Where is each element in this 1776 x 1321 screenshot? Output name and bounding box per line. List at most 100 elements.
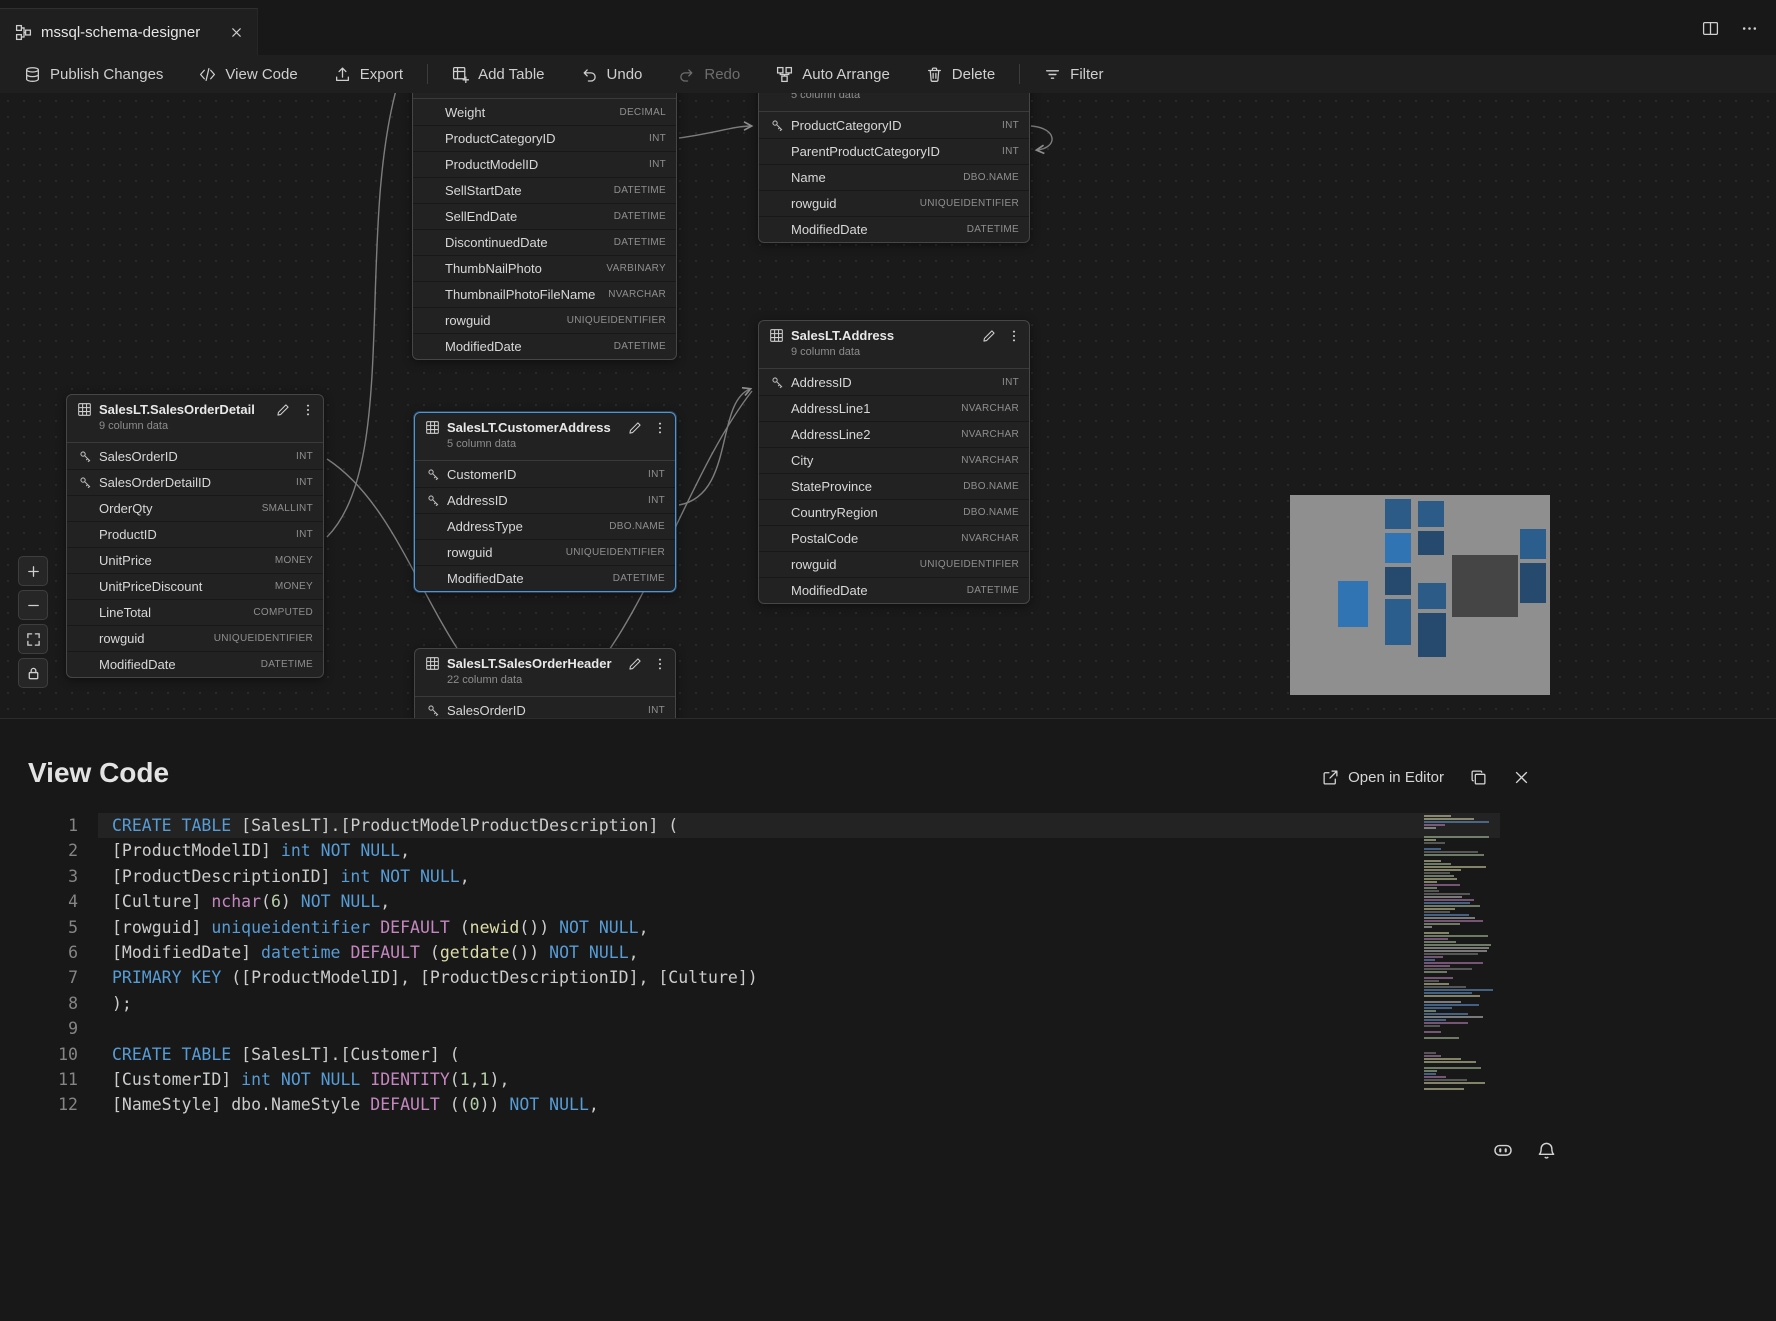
panel-title: View Code bbox=[28, 757, 169, 789]
code-minimap[interactable] bbox=[1422, 815, 1504, 1111]
column-row[interactable]: ModifiedDateDATETIME bbox=[415, 565, 675, 591]
column-type: NVARCHAR bbox=[608, 289, 666, 300]
column-name: CountryRegion bbox=[791, 505, 878, 520]
open-in-editor-button[interactable]: Open in Editor bbox=[1322, 769, 1444, 786]
column-row[interactable]: AddressLine2NVARCHAR bbox=[759, 421, 1029, 447]
column-row[interactable]: PostalCodeNVARCHAR bbox=[759, 525, 1029, 551]
close-panel-icon[interactable] bbox=[1513, 769, 1530, 786]
copy-code-icon[interactable] bbox=[1470, 769, 1487, 786]
column-type: DATETIME bbox=[614, 341, 666, 352]
column-row[interactable]: rowguidUNIQUEIDENTIFIER bbox=[759, 551, 1029, 577]
column-row[interactable]: UnitPriceMONEY bbox=[67, 547, 323, 573]
table-menu-icon[interactable] bbox=[1007, 329, 1021, 343]
copilot-icon[interactable] bbox=[1493, 1140, 1513, 1160]
table-customer-address[interactable]: SalesLT.CustomerAddress5 column dataCust… bbox=[414, 412, 676, 592]
table-product-partial[interactable]: WeightDECIMALProductCategoryIDINTProduct… bbox=[412, 93, 677, 360]
column-row[interactable]: SellStartDateDATETIME bbox=[413, 177, 676, 203]
column-type: DATETIME bbox=[614, 211, 666, 222]
column-row[interactable]: rowguidUNIQUEIDENTIFIER bbox=[759, 190, 1029, 216]
column-row[interactable]: CityNVARCHAR bbox=[759, 447, 1029, 473]
column-row[interactable]: rowguidUNIQUEIDENTIFIER bbox=[413, 307, 676, 333]
fit-view-button[interactable] bbox=[18, 624, 48, 654]
lock-button[interactable] bbox=[18, 658, 48, 688]
redo-button[interactable]: Redo bbox=[660, 55, 758, 93]
table-title: SalesLT.CustomerAddress bbox=[447, 420, 611, 435]
column-row[interactable]: ProductCategoryIDINT bbox=[413, 125, 676, 151]
line-number: 6 bbox=[0, 940, 78, 965]
line-number: 2 bbox=[0, 838, 78, 863]
edit-table-icon[interactable] bbox=[276, 403, 290, 417]
view-code-panel: View Code Open in Editor 123456789101112… bbox=[0, 718, 1776, 1321]
add-table-button[interactable]: Add Table bbox=[434, 55, 562, 93]
table-title: SalesLT.Address bbox=[791, 328, 894, 343]
column-row[interactable]: CustomerIDINT bbox=[415, 461, 675, 487]
column-row[interactable]: ProductIDINT bbox=[67, 521, 323, 547]
column-row[interactable]: AddressIDINT bbox=[415, 487, 675, 513]
table-menu-icon[interactable] bbox=[653, 657, 667, 671]
view-code-button[interactable]: View Code bbox=[181, 55, 315, 93]
column-row[interactable]: rowguidUNIQUEIDENTIFIER bbox=[67, 625, 323, 651]
column-row[interactable]: ModifiedDateDATETIME bbox=[67, 651, 323, 677]
column-row[interactable]: NameDBO.NAME bbox=[759, 164, 1029, 190]
column-type: NVARCHAR bbox=[961, 455, 1019, 466]
column-type: MONEY bbox=[275, 581, 313, 592]
column-row[interactable]: ModifiedDateDATETIME bbox=[759, 216, 1029, 242]
table-sales-order-header[interactable]: SalesLT.SalesOrderHeader22 column dataSa… bbox=[414, 648, 676, 718]
column-type: INT bbox=[1002, 377, 1019, 388]
add-table-icon bbox=[452, 66, 469, 83]
column-name: OrderQty bbox=[99, 501, 152, 516]
column-row[interactable]: ModifiedDateDATETIME bbox=[413, 333, 676, 359]
export-button[interactable]: Export bbox=[316, 55, 421, 93]
table-sales-order-detail[interactable]: SalesLT.SalesOrderDetail9 column dataSal… bbox=[66, 394, 324, 678]
undo-button[interactable]: Undo bbox=[563, 55, 661, 93]
column-row[interactable]: StateProvinceDBO.NAME bbox=[759, 473, 1029, 499]
column-row[interactable]: SalesOrderIDINT bbox=[415, 697, 675, 718]
table-menu-icon[interactable] bbox=[653, 421, 667, 435]
table-address[interactable]: SalesLT.Address9 column dataAddressIDINT… bbox=[758, 320, 1030, 604]
column-row[interactable]: ThumbNailPhotoVARBINARY bbox=[413, 255, 676, 281]
column-row[interactable]: SalesOrderIDINT bbox=[67, 443, 323, 469]
column-type: UNIQUEIDENTIFIER bbox=[214, 633, 313, 644]
edit-table-icon[interactable] bbox=[982, 329, 996, 343]
column-row[interactable]: UnitPriceDiscountMONEY bbox=[67, 573, 323, 599]
column-row[interactable]: LineTotalCOMPUTED bbox=[67, 599, 323, 625]
column-row[interactable]: DiscontinuedDateDATETIME bbox=[413, 229, 676, 255]
edit-table-icon[interactable] bbox=[628, 421, 642, 435]
diagram-canvas[interactable]: WeightDECIMALProductCategoryIDINTProduct… bbox=[0, 93, 1776, 718]
column-row[interactable]: AddressIDINT bbox=[759, 369, 1029, 395]
column-row[interactable]: ParentProductCategoryIDINT bbox=[759, 138, 1029, 164]
auto-arrange-button[interactable]: Auto Arrange bbox=[758, 55, 908, 93]
tab-close-icon[interactable] bbox=[225, 21, 247, 43]
column-row[interactable]: OrderQtySMALLINT bbox=[67, 495, 323, 521]
zoom-in-button[interactable] bbox=[18, 556, 48, 586]
table-product-category-partial[interactable]: 5 column dataProductCategoryIDINTParentP… bbox=[758, 93, 1030, 243]
column-row[interactable]: ModifiedDateDATETIME bbox=[759, 577, 1029, 603]
column-row[interactable]: AddressLine1NVARCHAR bbox=[759, 395, 1029, 421]
publish-changes-button[interactable]: Publish Changes bbox=[6, 55, 181, 93]
diagram-minimap[interactable] bbox=[1290, 495, 1550, 695]
notifications-bell-icon[interactable] bbox=[1537, 1141, 1556, 1160]
column-type: INT bbox=[648, 495, 665, 506]
column-row[interactable]: ProductCategoryIDINT bbox=[759, 112, 1029, 138]
table-grid-icon bbox=[77, 402, 92, 417]
column-name: rowguid bbox=[445, 313, 491, 328]
table-menu-icon[interactable] bbox=[301, 403, 315, 417]
column-row[interactable]: ProductModelIDINT bbox=[413, 151, 676, 177]
column-row[interactable]: AddressTypeDBO.NAME bbox=[415, 513, 675, 539]
column-name: StateProvince bbox=[791, 479, 872, 494]
split-editor-icon[interactable] bbox=[1702, 20, 1719, 37]
edit-table-icon[interactable] bbox=[628, 657, 642, 671]
column-row[interactable]: CountryRegionDBO.NAME bbox=[759, 499, 1029, 525]
filter-button[interactable]: Filter bbox=[1026, 55, 1121, 93]
tab-mssql-schema-designer[interactable]: mssql-schema-designer bbox=[0, 8, 258, 55]
column-row[interactable]: WeightDECIMAL bbox=[413, 99, 676, 125]
line-number: 12 bbox=[0, 1092, 78, 1117]
column-row[interactable]: SalesOrderDetailIDINT bbox=[67, 469, 323, 495]
delete-button[interactable]: Delete bbox=[908, 55, 1013, 93]
column-name: DiscontinuedDate bbox=[445, 235, 548, 250]
zoom-out-button[interactable] bbox=[18, 590, 48, 620]
column-row[interactable]: rowguidUNIQUEIDENTIFIER bbox=[415, 539, 675, 565]
more-actions-icon[interactable] bbox=[1741, 20, 1758, 37]
column-row[interactable]: SellEndDateDATETIME bbox=[413, 203, 676, 229]
column-row[interactable]: ThumbnailPhotoFileNameNVARCHAR bbox=[413, 281, 676, 307]
